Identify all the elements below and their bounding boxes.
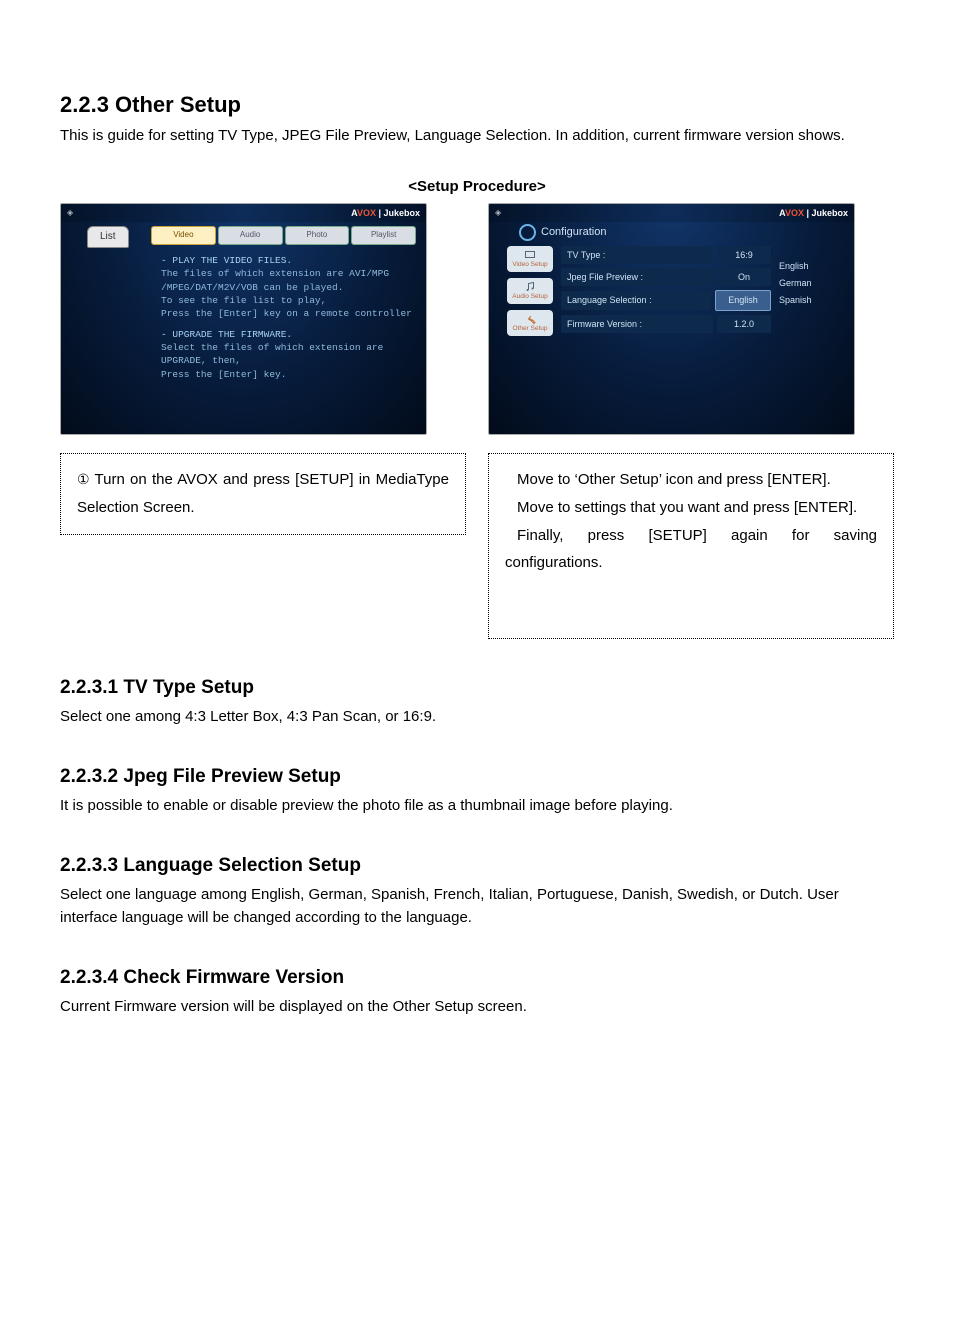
side-audio-setup: Audio Setup — [507, 278, 553, 304]
config-header: Configuration — [519, 224, 606, 241]
tab-audio: Audio — [218, 226, 283, 245]
brand-logo-icon: ◈ — [495, 208, 501, 219]
config-side-icons: Video Setup Audio Setup Other Setup — [507, 246, 553, 336]
section-heading-223: 2.2.3 Other Setup — [60, 90, 894, 120]
side-video-setup: Video Setup — [507, 246, 553, 272]
screenshot-media-list: ◈ AVOX | Jukebox List Video Audio Photo … — [60, 203, 427, 435]
music-note-icon — [524, 281, 536, 293]
jukebox-brand: AVOX | Jukebox — [351, 207, 420, 219]
step-box-2: Move to ‘Other Setup’ icon and press [EN… — [488, 453, 894, 639]
gear-icon — [519, 224, 536, 241]
screenshot-configuration: ◈ AVOX | Jukebox Configuration Video Set… — [488, 203, 855, 435]
desc-2234: Current Firmware version will be display… — [60, 995, 894, 1018]
media-tabs: Video Audio Photo Playlist — [151, 226, 416, 245]
step-box-1: ① Turn on the AVOX and press [SETUP] in … — [60, 453, 466, 535]
language-options: English German Spanish — [779, 260, 834, 306]
section-desc-223: This is guide for setting TV Type, JPEG … — [60, 124, 894, 147]
tab-playlist: Playlist — [351, 226, 416, 245]
monitor-icon — [524, 249, 536, 261]
instruction-row: ① Turn on the AVOX and press [SETUP] in … — [60, 435, 894, 639]
desc-2232: It is possible to enable or disable prev… — [60, 794, 894, 817]
wrench-icon — [524, 313, 536, 325]
setup-procedure-label: <Setup Procedure> — [60, 177, 894, 197]
screenshot-row: ◈ AVOX | Jukebox List Video Audio Photo … — [60, 203, 894, 435]
heading-2233: 2.2.3.3 Language Selection Setup — [60, 853, 894, 879]
heading-2231: 2.2.3.1 TV Type Setup — [60, 675, 894, 701]
brand-logo-icon: ◈ — [67, 208, 73, 219]
desc-2231: Select one among 4:3 Letter Box, 4:3 Pan… — [60, 705, 894, 728]
tab-photo: Photo — [285, 226, 350, 245]
heading-2232: 2.2.3.2 Jpeg File Preview Setup — [60, 764, 894, 790]
heading-2234: 2.2.3.4 Check Firmware Version — [60, 965, 894, 991]
desc-2233: Select one language among English, Germa… — [60, 883, 894, 930]
list-tab: List — [87, 226, 129, 248]
video-help-text: - PLAY THE VIDEO FILES. The files of whi… — [161, 254, 412, 381]
tab-video: Video — [151, 226, 216, 245]
jukebox-brand: AVOX | Jukebox — [779, 207, 848, 219]
settings-grid: TV Type :16:9 Jpeg File Preview :On Lang… — [561, 246, 771, 337]
side-other-setup: Other Setup — [507, 310, 553, 336]
step-number-1: ① — [77, 467, 90, 493]
